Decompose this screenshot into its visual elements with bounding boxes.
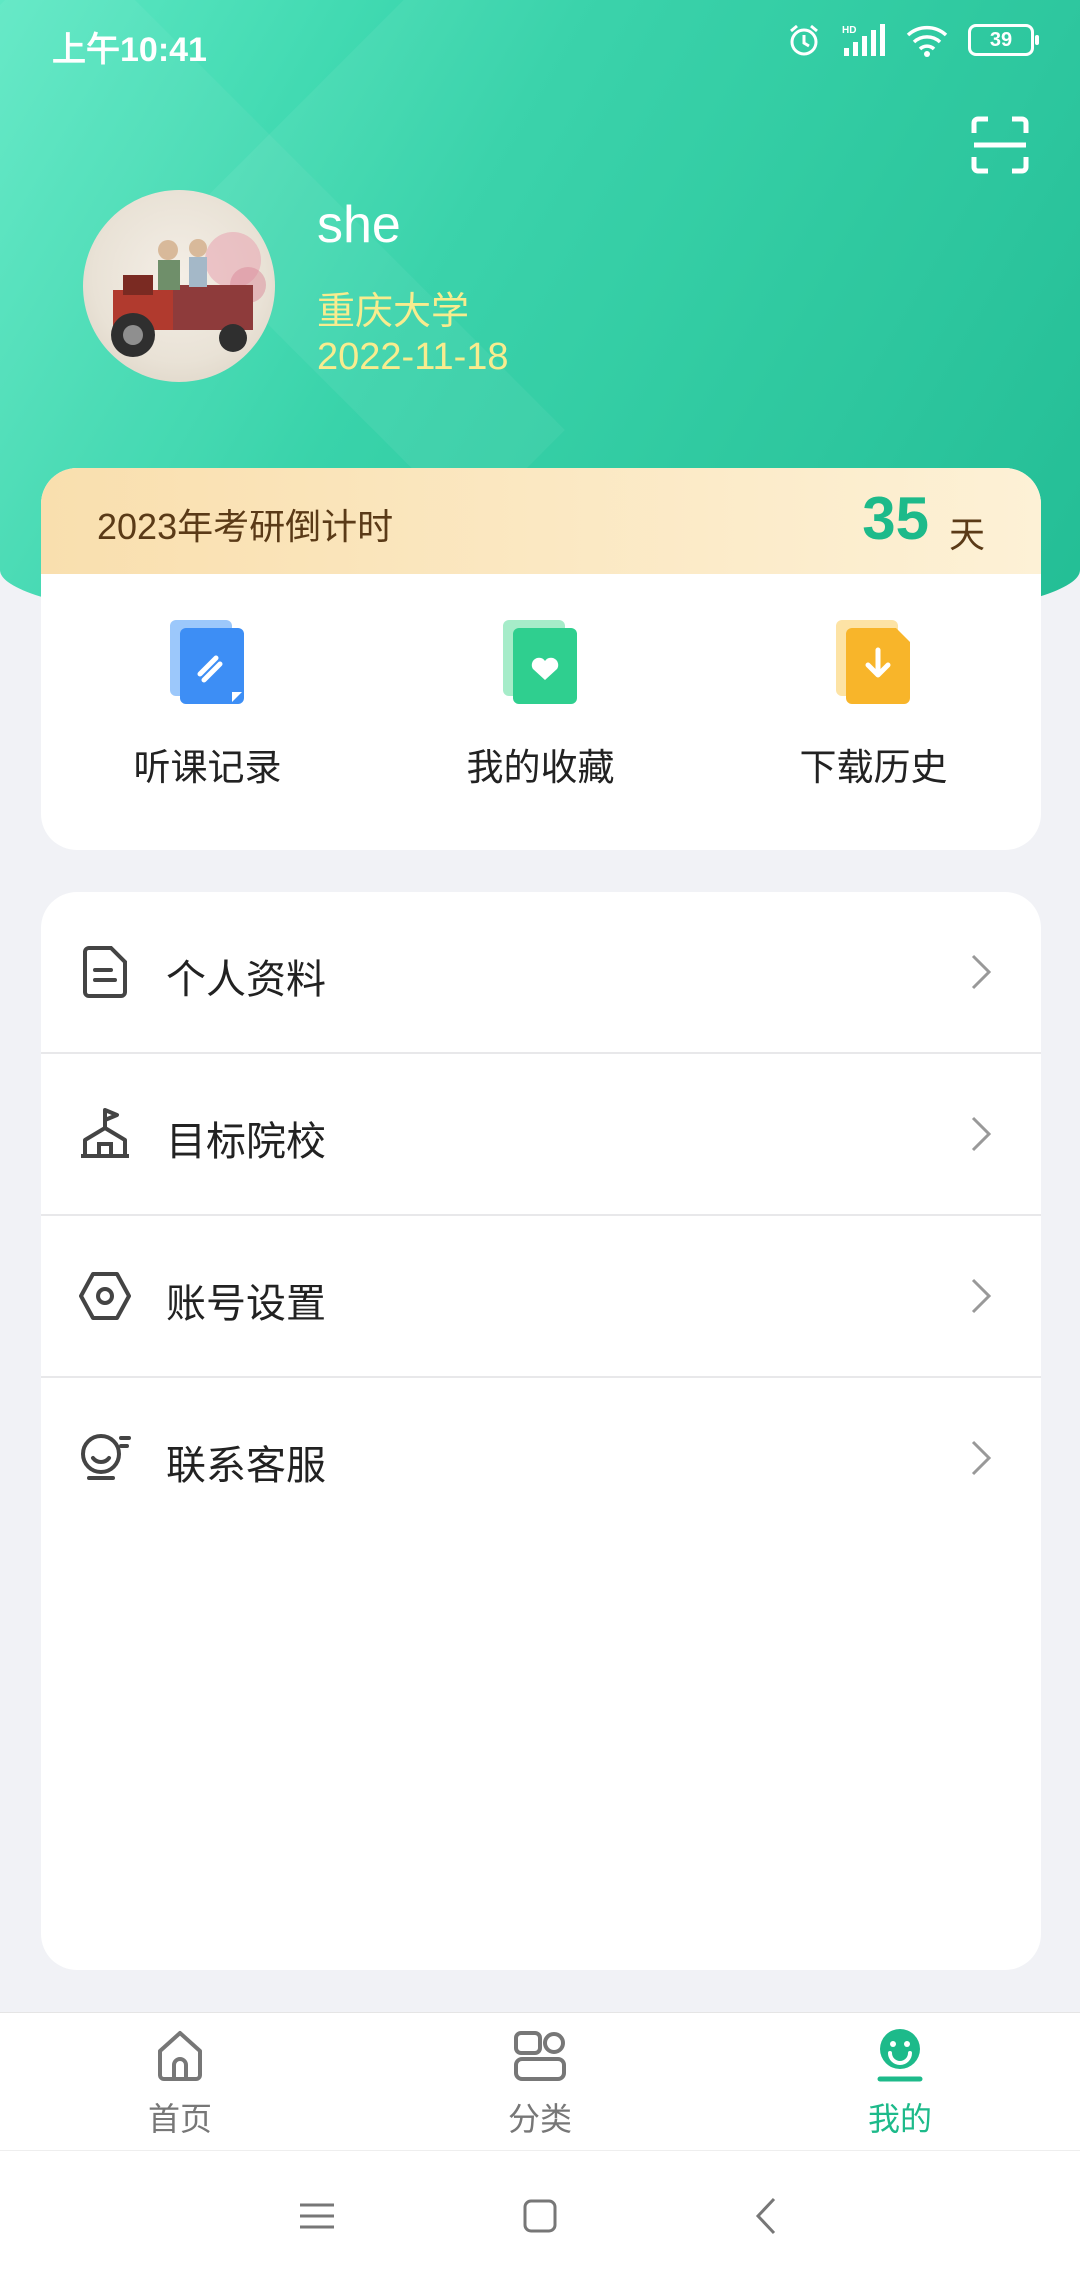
mine-smile-icon [877, 2029, 923, 2082]
countdown-label: 2023年考研倒计时 [97, 506, 394, 547]
exam-countdown: 2023年考研倒计时 35 天 [41, 468, 1041, 574]
menu-item-target-school[interactable]: 目标院校 [41, 1054, 1041, 1216]
quick-favorites[interactable]: 我的收藏 [374, 618, 707, 791]
chevron-right-icon [971, 1440, 992, 1476]
menu-item-label: 目标院校 [166, 1120, 326, 1164]
home-square-icon[interactable] [515, 2191, 565, 2241]
countdown-days: 35 [862, 485, 929, 552]
status-bar: 上午10:41 HD 39 [0, 0, 1080, 90]
tab-category[interactable]: 分类 [360, 2027, 720, 2140]
tab-mine[interactable]: 我的 [720, 2027, 1080, 2140]
menu-lines-icon[interactable] [292, 2191, 342, 2241]
tab-label: 我的 [867, 2101, 932, 2137]
menu-item-account-settings[interactable]: 账号设置 [41, 1216, 1041, 1378]
chevron-right-icon [971, 1116, 992, 1152]
quick-action-label: 下载历史 [799, 747, 948, 788]
quick-download-history[interactable]: 下载历史 [707, 618, 1040, 791]
tab-home[interactable]: 首页 [0, 2027, 360, 2140]
status-time: 上午10:41 [52, 31, 207, 69]
chevron-right-icon [971, 954, 992, 990]
status-icons: HD 39 [786, 22, 1039, 58]
category-icon [514, 2031, 566, 2081]
chevron-right-icon [971, 1278, 992, 1314]
course-record-icon [169, 620, 244, 704]
scan-icon[interactable] [970, 115, 1030, 175]
wifi-icon [906, 25, 948, 57]
signal-hd-icon: HD [842, 24, 885, 56]
download-history-icon [835, 620, 910, 704]
system-navigation-bar [0, 2150, 1080, 2280]
quick-course-record[interactable]: 听课记录 [41, 618, 374, 791]
menu-item-label: 个人资料 [166, 958, 326, 1002]
countdown-unit: 天 [948, 514, 985, 555]
alarm-icon [790, 24, 818, 56]
battery-indicator: 39 [968, 24, 1039, 56]
quick-action-label: 听课记录 [133, 747, 282, 788]
customer-service-icon [81, 1434, 131, 1480]
register-date: 2022-11-18 [317, 336, 509, 378]
username: she [317, 196, 401, 254]
favorite-icon [502, 620, 577, 704]
tab-label: 首页 [147, 2101, 212, 2137]
countdown-card: 2023年考研倒计时 35 天 听课记录 我的收藏 下载历史 [41, 468, 1041, 850]
back-chevron-icon[interactable] [742, 2191, 792, 2241]
quick-action-label: 我的收藏 [466, 747, 615, 788]
menu-item-label: 账号设置 [166, 1282, 326, 1326]
menu-item-customer-service[interactable]: 联系客服 [41, 1378, 1041, 1540]
settings-hex-icon [79, 1272, 131, 1320]
tab-label: 分类 [507, 2101, 572, 2137]
school-name: 重庆大学 [317, 291, 470, 333]
svg-text:HD: HD [842, 25, 856, 36]
avatar-illustration [111, 232, 266, 357]
avatar[interactable] [83, 190, 275, 382]
menu-item-profile[interactable]: 个人资料 [41, 892, 1041, 1054]
profile-doc-icon [83, 946, 127, 998]
settings-menu: 个人资料 目标院校 账号设置 联系客服 [41, 892, 1041, 1970]
bottom-tab-bar: 首页 分类 我的 [0, 2012, 1080, 2150]
school-building-icon [81, 1108, 129, 1158]
menu-item-label: 联系客服 [166, 1444, 326, 1488]
home-icon [158, 2031, 202, 2081]
